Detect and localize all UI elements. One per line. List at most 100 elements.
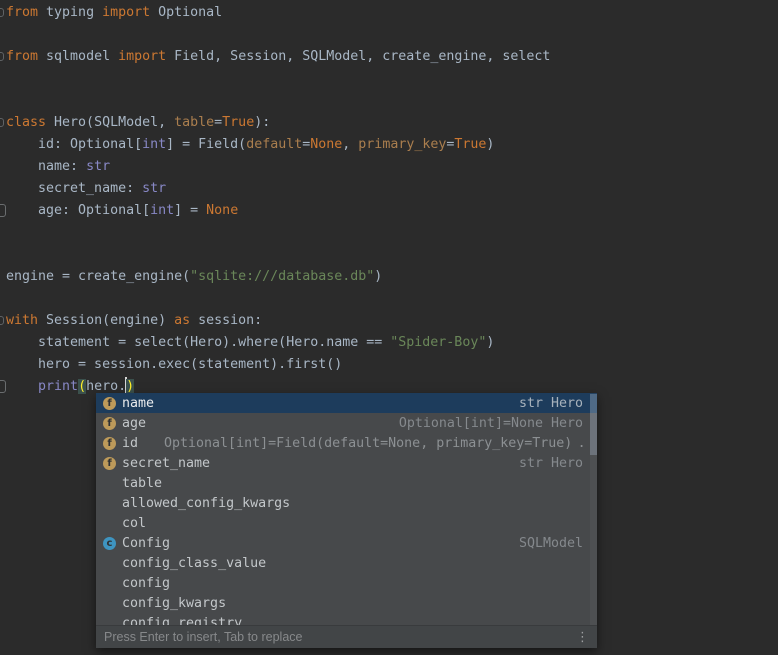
completion-footer: Press Enter to insert, Tab to replace ⋮ [96,625,597,648]
code-token: None [206,203,238,218]
code-line[interactable] [6,222,778,244]
code-token: Hero(SQLModel, [46,115,174,130]
code-token: ): [254,115,270,130]
completion-item-config_kwargs[interactable]: config_kwargs [96,593,597,613]
code-token: ) [486,137,494,152]
no-icon [103,517,116,530]
completion-popup: fnamestr HerofageOptional[int]=None Hero… [96,393,597,648]
code-token: import [118,49,166,64]
completion-item-type: Optional[int]=None Hero [399,416,583,431]
completion-item-allowed_config_kwargs[interactable]: allowed_config_kwargs [96,493,597,513]
code-line[interactable]: secret_name: str [6,178,778,200]
code-token: default [246,137,302,152]
completion-item-label: config_class_value [122,556,266,571]
completion-item-id[interactable]: fidOptional[int]=Field(default=None, pri… [96,433,597,453]
gutter-icon[interactable] [0,380,6,393]
no-icon [103,597,116,610]
completion-item-label: secret_name [122,456,210,471]
code-token: statement = select(Hero).where(Hero.name… [6,335,390,350]
field-icon: f [103,397,116,410]
popup-scrollbar[interactable] [590,393,597,625]
completion-item-label: id [122,436,138,451]
code-token: secret_name: [6,181,142,196]
code-token: True [222,115,254,130]
code-line[interactable]: hero = session.exec(statement).first() [6,354,778,376]
code-token: str [142,181,166,196]
completion-item-age[interactable]: fage Optional[int]=None Hero [96,413,597,433]
code-token: from [6,49,38,64]
code-line[interactable]: class Hero(SQLModel, table=True): [6,112,778,134]
code-token: "sqlite:///database.db" [190,269,374,284]
field-icon: f [103,417,116,430]
code-token: hero = session.exec(statement).first() [6,357,342,372]
field-icon: f [103,457,116,470]
code-line[interactable]: engine = create_engine("sqlite:///databa… [6,266,778,288]
completion-item-label: table [122,476,162,491]
code-token: ] = [174,203,206,218]
gutter-icon[interactable] [0,8,4,17]
completion-item-config[interactable]: config [96,573,597,593]
code-line[interactable]: name: str [6,156,778,178]
completion-item-label: config [122,576,170,591]
completion-item-label: name [122,396,154,411]
code-token: id: Optional[ [6,137,142,152]
code-token: as [174,313,190,328]
completion-item-name[interactable]: fname str Hero [96,393,597,413]
code-area[interactable]: from typing import Optional from sqlmodel… [6,2,778,398]
completion-item-label: Config [122,536,170,551]
completion-item-label: col [122,516,146,531]
code-token: Optional [150,5,222,20]
code-token: hero. [86,379,126,394]
completion-item-table[interactable]: table [96,473,597,493]
code-line[interactable] [6,244,778,266]
completion-item-Config[interactable]: cConfigSQLModel [96,533,597,553]
completion-list: fnamestr HerofageOptional[int]=None Hero… [96,393,597,625]
code-token: import [102,5,150,20]
completion-item-label: config_registry [122,616,242,626]
no-icon [103,617,116,626]
code-line[interactable]: id: Optional[int] = Field(default=None, … [6,134,778,156]
code-line[interactable]: statement = select(Hero).where(Hero.name… [6,332,778,354]
code-token: True [454,137,486,152]
no-icon [103,557,116,570]
no-icon [103,577,116,590]
code-token: ) [126,379,134,394]
code-token: , [342,137,358,152]
completion-item-config_class_value[interactable]: config_class_value [96,553,597,573]
code-line[interactable]: with Session(engine) as session: [6,310,778,332]
code-token: with [6,313,38,328]
code-line[interactable] [6,288,778,310]
code-token: primary_key [358,137,446,152]
completion-hint: Press Enter to insert, Tab to replace [104,630,302,644]
more-options-icon[interactable]: ⋮ [576,631,589,644]
code-token: sqlmodel [38,49,118,64]
completion-item-label: config_kwargs [122,596,226,611]
code-line[interactable]: from typing import Optional [6,2,778,24]
completion-item-config_registry[interactable]: config_registry [96,613,597,625]
code-line[interactable]: from sqlmodel import Field, Session, SQL… [6,46,778,68]
gutter-icon[interactable] [0,52,4,61]
code-line[interactable]: age: Optional[int] = None [6,200,778,222]
code-line[interactable] [6,68,778,90]
code-line[interactable] [6,24,778,46]
gutter-icon[interactable] [0,204,6,217]
code-token: age: Optional[ [6,203,150,218]
popup-scrollbar-thumb[interactable] [590,394,597,455]
code-token: int [142,137,166,152]
gutter-icon[interactable] [0,118,4,127]
code-line[interactable] [6,90,778,112]
completion-item-signature: Optional[int]=Field(default=None, primar… [164,436,583,451]
no-icon [103,497,116,510]
code-token: typing [38,5,102,20]
completion-item-label: age [122,416,146,431]
code-token: int [150,203,174,218]
code-token: session: [190,313,262,328]
code-token: ] = Field( [166,137,246,152]
code-token: table [174,115,214,130]
completion-item-type: str Hero [519,396,583,411]
completion-item-secret_name[interactable]: f secret_name str Hero [96,453,597,473]
code-token: str [86,159,110,174]
completion-item-col[interactable]: col [96,513,597,533]
completion-item-type: str Hero [519,456,583,471]
gutter-icon[interactable] [0,316,4,325]
